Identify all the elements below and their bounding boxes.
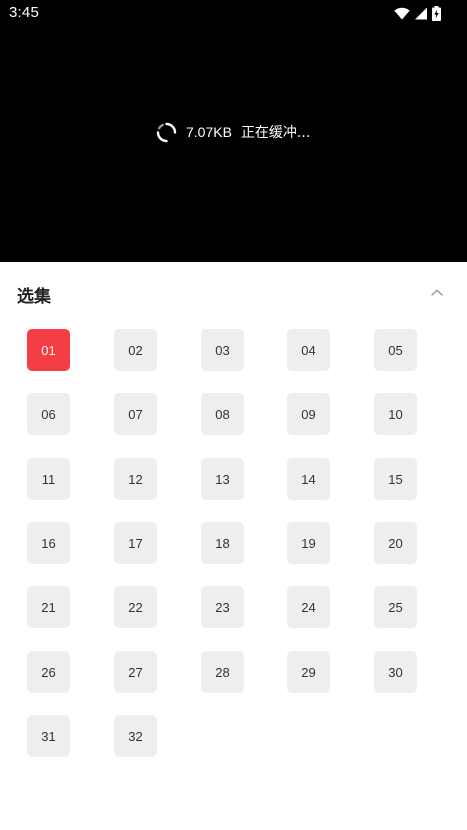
episode-12[interactable]: 12: [114, 458, 157, 500]
episode-11[interactable]: 11: [27, 458, 70, 500]
episode-panel: 选集 01 02 03 04 05 06 07 08 09 10 11 12 1…: [0, 262, 467, 830]
wifi-icon: [394, 7, 410, 20]
episode-22[interactable]: 22: [114, 586, 157, 628]
episode-25[interactable]: 25: [374, 586, 417, 628]
episode-31[interactable]: 31: [27, 715, 70, 757]
episode-27[interactable]: 27: [114, 651, 157, 693]
episode-panel-title: 选集: [17, 287, 51, 307]
episode-32[interactable]: 32: [114, 715, 157, 757]
episode-17[interactable]: 17: [114, 522, 157, 564]
video-player[interactable]: 3:45 7.07KB 正在缓冲...: [0, 0, 467, 262]
battery-charging-icon: [432, 5, 441, 21]
status-icons: [390, 5, 441, 21]
episode-16[interactable]: 16: [27, 522, 70, 564]
episode-03[interactable]: 03: [201, 329, 244, 371]
episode-21[interactable]: 21: [27, 586, 70, 628]
episode-29[interactable]: 29: [287, 651, 330, 693]
status-time: 3:45: [9, 4, 39, 21]
episode-06[interactable]: 06: [27, 393, 70, 435]
episode-05[interactable]: 05: [374, 329, 417, 371]
episode-04[interactable]: 04: [287, 329, 330, 371]
episode-14[interactable]: 14: [287, 458, 330, 500]
episode-30[interactable]: 30: [374, 651, 417, 693]
episode-26[interactable]: 26: [27, 651, 70, 693]
signal-icon: [414, 7, 428, 20]
loading-spinner-icon: [156, 122, 177, 143]
buffering-indicator: 7.07KB 正在缓冲...: [156, 120, 310, 144]
episode-15[interactable]: 15: [374, 458, 417, 500]
episode-01[interactable]: 01: [27, 329, 70, 371]
buffering-text: 正在缓冲...: [240, 125, 311, 141]
episode-08[interactable]: 08: [201, 393, 244, 435]
episode-13[interactable]: 13: [201, 458, 244, 500]
chevron-up-icon: [431, 289, 443, 296]
episode-20[interactable]: 20: [374, 522, 417, 564]
status-bar: 3:45: [0, 0, 467, 28]
episode-28[interactable]: 28: [201, 651, 244, 693]
episode-02[interactable]: 02: [114, 329, 157, 371]
episode-07[interactable]: 07: [114, 393, 157, 435]
episode-09[interactable]: 09: [287, 393, 330, 435]
episode-18[interactable]: 18: [201, 522, 244, 564]
collapse-button[interactable]: [427, 284, 447, 300]
episode-24[interactable]: 24: [287, 586, 330, 628]
episode-23[interactable]: 23: [201, 586, 244, 628]
download-speed: 7.07KB: [186, 124, 232, 140]
episode-19[interactable]: 19: [287, 522, 330, 564]
episode-10[interactable]: 10: [374, 393, 417, 435]
